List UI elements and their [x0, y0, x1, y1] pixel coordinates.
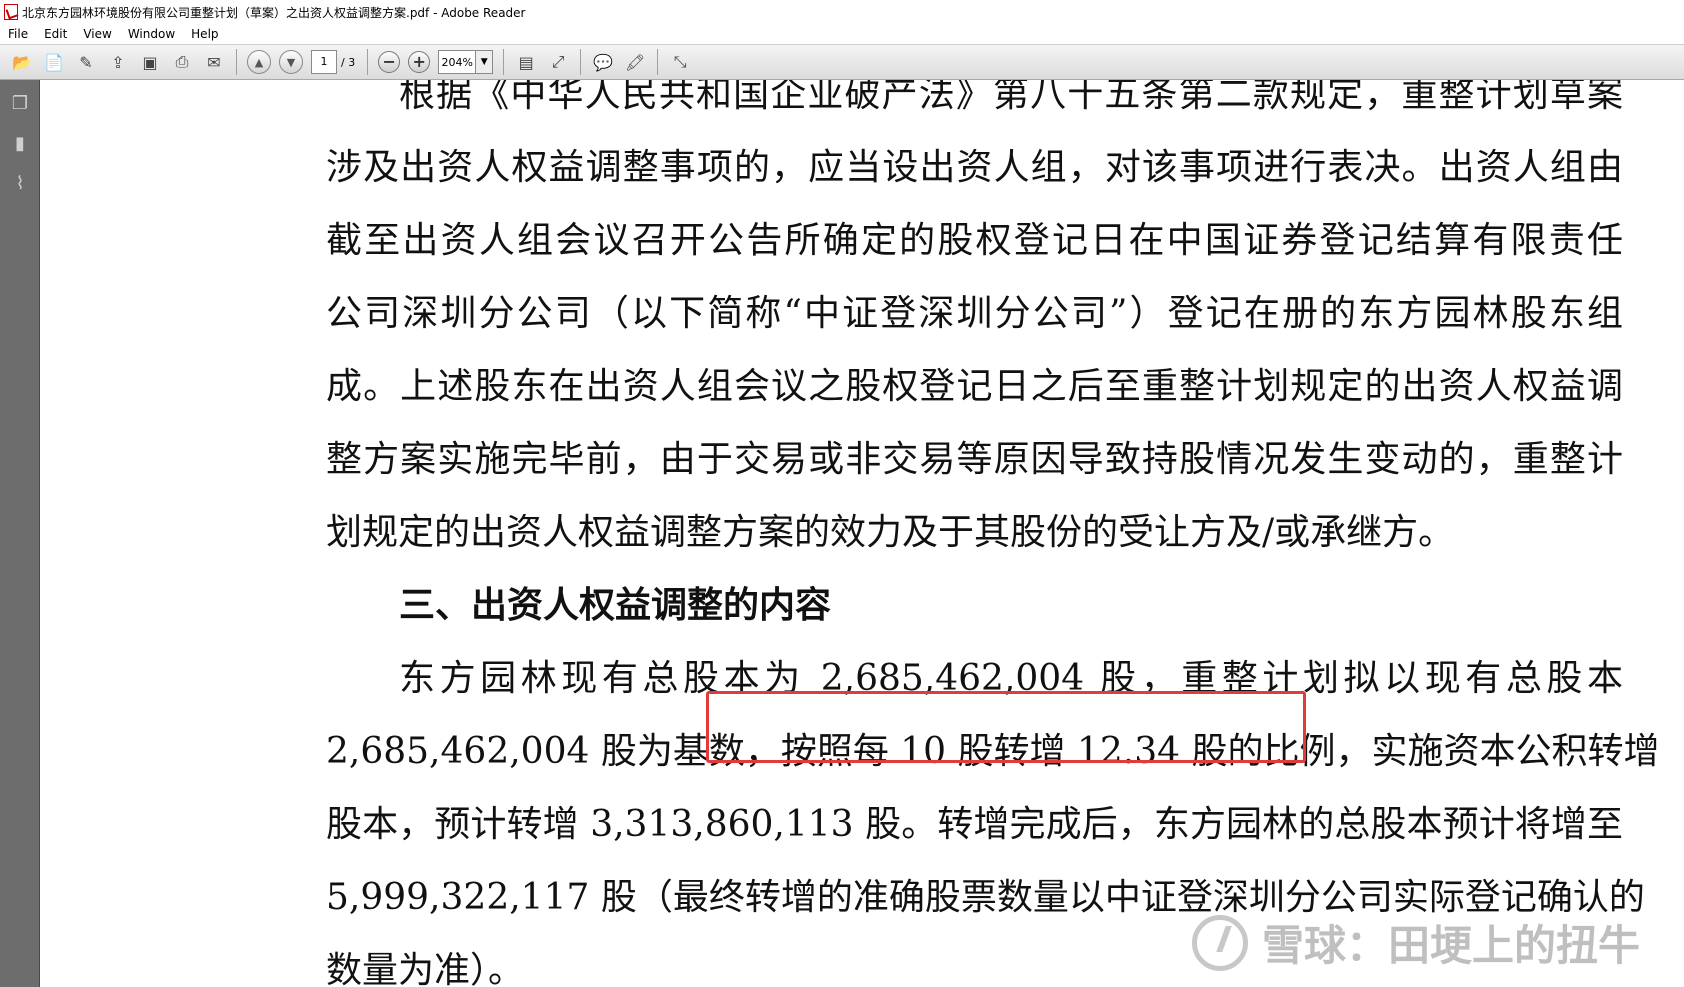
- zoom-out-icon[interactable]: −: [378, 51, 401, 73]
- menu-help[interactable]: Help: [183, 27, 226, 41]
- doc-line: 公司深圳分公司（以下简称“中证登深圳分公司”）登记在册的东方园林股东组: [326, 293, 1623, 334]
- doc-line: 股本，预计转增 3,313,860,113 股。转增完成后，东方园林的总股本预计…: [326, 804, 1623, 845]
- next-page-icon[interactable]: ▼: [279, 50, 303, 74]
- snowball-logo-icon: [1191, 914, 1248, 971]
- full-screen-icon[interactable]: ⤡: [666, 48, 694, 76]
- document-view[interactable]: 根据《中华人民共和国企业破产法》第八十五条第二款规定，重整计划草案 涉及出资人权…: [41, 80, 1684, 987]
- pdf-app-icon: [4, 4, 18, 20]
- email-icon[interactable]: ✉: [200, 48, 228, 76]
- watermark-text: 雪球：田埂上的扭牛: [1261, 921, 1640, 970]
- chevron-down-icon[interactable]: ▼: [475, 51, 493, 73]
- pages-panel-icon[interactable]: ❐: [9, 92, 31, 114]
- edit-document-icon[interactable]: ✎: [72, 48, 100, 76]
- toolbar-separator: [236, 49, 237, 75]
- doc-line: 截至出资人组会议召开公告所确定的股权登记日在中国证券登记结算有限责任: [326, 220, 1623, 261]
- menu-bar: File Edit View Window Help: [0, 24, 1684, 44]
- print-icon[interactable]: ⎙: [168, 48, 196, 76]
- doc-line: 涉及出资人权益调整事项的，应当设出资人组，对该事项进行表决。出资人组由: [326, 147, 1623, 188]
- doc-line: 成。上述股东在出资人组会议之股权登记日之后至重整计划规定的出资人权益调: [326, 366, 1623, 407]
- watermark: 雪球：田埂上的扭牛: [1191, 912, 1640, 973]
- attachments-panel-icon[interactable]: ⌇: [9, 172, 31, 194]
- menu-file[interactable]: File: [0, 27, 36, 41]
- open-file-icon[interactable]: 📂: [8, 48, 36, 76]
- navigation-sidebar: ❐ ▮ ⌇: [0, 80, 40, 987]
- highlight-annotation-box: [706, 691, 1306, 763]
- toolbar-separator: [503, 49, 505, 75]
- toolbar-separator: [657, 49, 659, 75]
- doc-line: 根据《中华人民共和国企业破产法》第八十五条第二款规定，重整计划草案: [399, 80, 1623, 115]
- page-number-input[interactable]: 1: [311, 50, 337, 74]
- page-total: / 3: [341, 55, 356, 69]
- toolbar: 📂 📄 ✎ ⇪ ▣ ⎙ ✉ ▲ ▼ 1 / 3 − + 204% ▼ ▤ ⤢ 💬…: [0, 44, 1684, 80]
- window-title: 北京东方园林环境股份有限公司重整计划（草案）之出资人权益调整方案.pdf - A…: [22, 5, 526, 20]
- fit-page-icon[interactable]: ▤: [512, 48, 540, 76]
- bookmarks-panel-icon[interactable]: ▮: [9, 132, 31, 154]
- previous-page-icon[interactable]: ▲: [247, 50, 271, 74]
- toolbar-separator: [580, 49, 582, 75]
- save-icon[interactable]: ▣: [136, 48, 164, 76]
- comment-icon[interactable]: 💬: [589, 48, 617, 76]
- create-pdf-icon[interactable]: 📄: [40, 48, 68, 76]
- doc-line: 整方案实施完毕前，由于交易或非交易等原因导致持股情况发生变动的，重整计: [326, 439, 1623, 480]
- zoom-value: 204%: [441, 55, 473, 69]
- zoom-select[interactable]: 204% ▼: [438, 50, 494, 74]
- menu-view[interactable]: View: [75, 27, 119, 41]
- zoom-in-icon[interactable]: +: [408, 51, 431, 73]
- highlight-icon[interactable]: 🖍: [621, 48, 649, 76]
- title-bar: 北京东方园林环境股份有限公司重整计划（草案）之出资人权益调整方案.pdf - A…: [0, 0, 1684, 24]
- document-text: 根据《中华人民共和国企业破产法》第八十五条第二款规定，重整计划草案 涉及出资人权…: [326, 80, 1659, 987]
- section-heading: 三、出资人权益调整的内容: [399, 584, 832, 626]
- menu-edit[interactable]: Edit: [36, 27, 75, 41]
- upload-icon[interactable]: ⇪: [104, 48, 132, 76]
- menu-window[interactable]: Window: [120, 27, 183, 41]
- toolbar-separator: [367, 49, 369, 75]
- doc-line: 划规定的出资人权益调整方案的效力及于其股份的受让方及/或承继方。: [326, 512, 1455, 553]
- fit-width-icon[interactable]: ⤢: [544, 48, 572, 76]
